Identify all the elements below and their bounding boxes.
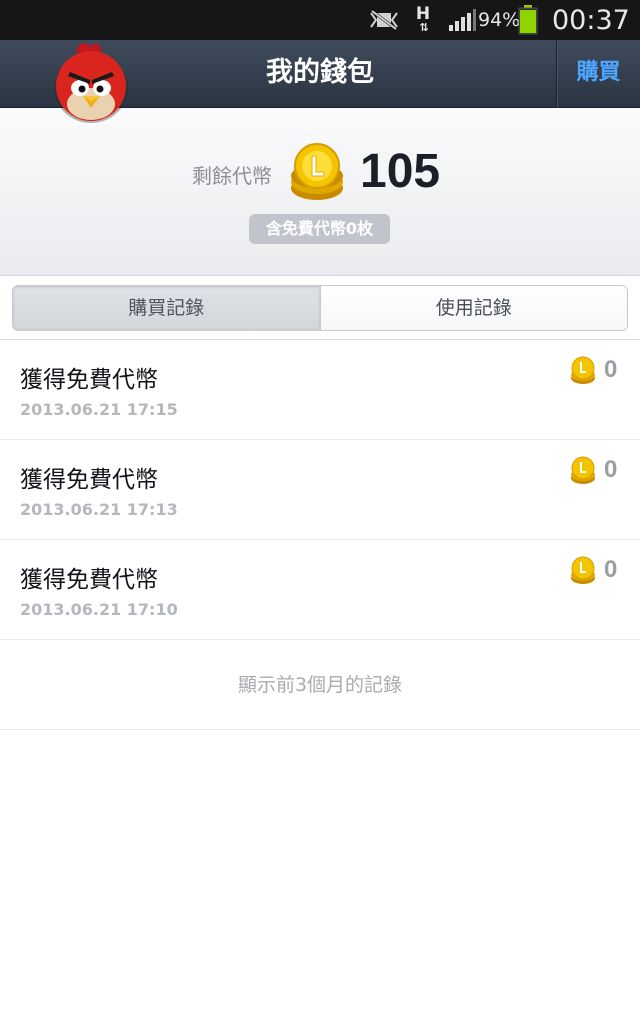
record-timestamp: 2013.06.21 17:15 — [20, 400, 178, 419]
remaining-coins-label: 剩餘代幣 — [192, 164, 272, 188]
coin-balance: 105 — [360, 145, 441, 198]
record-timestamp: 2013.06.21 17:13 — [20, 500, 178, 519]
silent-mode-icon — [368, 0, 400, 40]
coin-icon — [569, 456, 597, 486]
coin-icon — [569, 556, 597, 586]
record-title: 獲得免費代幣 — [20, 367, 158, 393]
free-coins-badge: 含免費代幣0枚 — [249, 214, 390, 244]
battery-percent: 94% — [478, 9, 521, 31]
record-timestamp: 2013.06.21 17:10 — [20, 600, 178, 619]
network-type-label: H — [415, 4, 431, 24]
record-title: 獲得免費代幣 — [20, 467, 158, 493]
network-type-indicator: H ⇅ — [412, 0, 434, 40]
tab-usage-history[interactable]: 使用記錄 — [320, 286, 627, 330]
record-amount: 0 — [604, 456, 618, 483]
coin-summary: 剩餘代幣 105 含免費代幣0枚 — [0, 108, 640, 276]
buy-button[interactable]: 購買 — [557, 40, 640, 108]
record-amount: 0 — [604, 356, 618, 383]
record-title: 獲得免費代幣 — [20, 567, 158, 593]
record-list: 獲得免費代幣 2013.06.21 17:15 0 獲得免費代幣 2013.06… — [0, 340, 640, 640]
record-amount: 0 — [604, 556, 618, 583]
line-coin-icon — [288, 142, 346, 204]
list-item[interactable]: 獲得免費代幣 2013.06.21 17:10 0 — [0, 540, 640, 640]
history-tabs: 購買記錄 使用記錄 — [12, 285, 628, 331]
clock: 00:37 — [552, 4, 630, 36]
tab-purchase-history[interactable]: 購買記錄 — [13, 286, 321, 330]
history-range-note: 顯示前3個月的記錄 — [0, 640, 640, 730]
list-item[interactable]: 獲得免費代幣 2013.06.21 17:13 0 — [0, 440, 640, 540]
coin-icon — [569, 356, 597, 386]
list-item[interactable]: 獲得免費代幣 2013.06.21 17:15 0 — [0, 340, 640, 440]
data-arrows-icon: ⇅ — [419, 21, 428, 34]
battery-icon — [518, 0, 538, 40]
status-bar: H ⇅ 94% 00:37 — [0, 0, 640, 40]
signal-icon — [448, 0, 476, 40]
angry-bird-avatar[interactable] — [50, 40, 132, 126]
